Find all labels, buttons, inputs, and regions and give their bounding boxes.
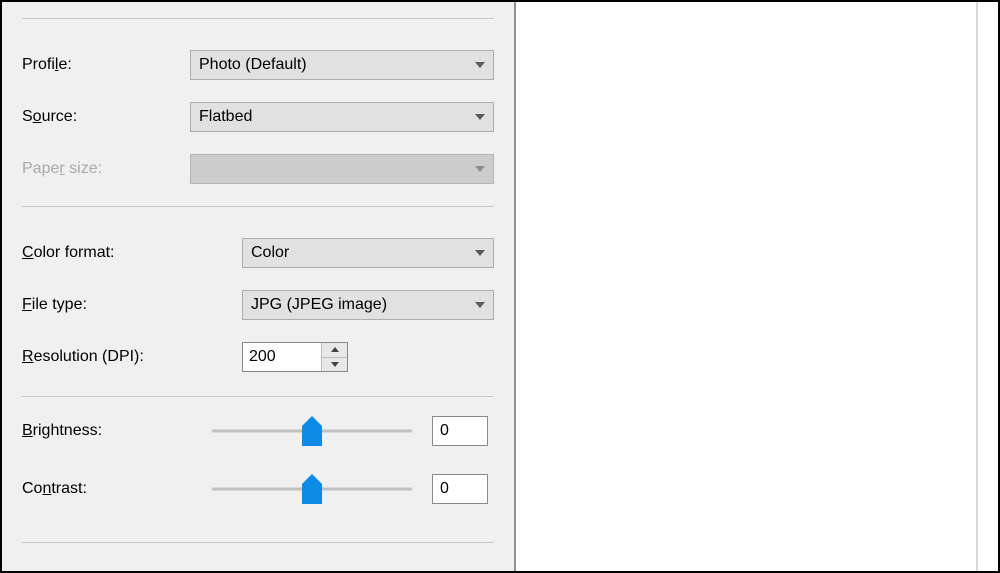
resolution-label: Resolution (DPI): [22, 348, 242, 366]
file-type-value: JPG (JPEG image) [251, 296, 469, 314]
slider-thumb[interactable] [302, 416, 322, 446]
file-type-label: File type: [22, 296, 242, 314]
slider-thumb-icon [302, 416, 322, 446]
spin-buttons [321, 343, 347, 371]
chevron-down-icon [475, 62, 485, 68]
divider [22, 396, 494, 397]
paper-size-combobox [190, 154, 494, 184]
contrast-label: Contrast: [22, 480, 212, 498]
source-combobox[interactable]: Flatbed [190, 102, 494, 132]
preview-area [516, 2, 998, 571]
color-format-label: Color format: [22, 244, 242, 262]
divider [22, 206, 494, 207]
color-format-combobox[interactable]: Color [242, 238, 494, 268]
preview-area-edge [976, 2, 978, 571]
contrast-value: 0 [440, 480, 449, 498]
profile-combobox[interactable]: Photo (Default) [190, 50, 494, 80]
slider-thumb[interactable] [302, 474, 322, 504]
source-value: Flatbed [199, 108, 469, 126]
chevron-up-icon [331, 347, 339, 352]
file-type-combobox[interactable]: JPG (JPEG image) [242, 290, 494, 320]
chevron-down-icon [475, 166, 485, 172]
color-format-value: Color [251, 244, 469, 262]
divider [22, 542, 494, 543]
contrast-slider[interactable] [212, 474, 412, 504]
divider [22, 18, 494, 19]
resolution-input[interactable] [243, 343, 321, 371]
resolution-spinbox[interactable] [242, 342, 348, 372]
brightness-value-box[interactable]: 0 [432, 416, 488, 446]
profile-label: Profile: [22, 56, 190, 74]
chevron-down-icon [331, 362, 339, 367]
brightness-value: 0 [440, 422, 449, 440]
spin-up-button[interactable] [322, 343, 347, 358]
chevron-down-icon [475, 250, 485, 256]
brightness-slider[interactable] [212, 416, 412, 446]
spin-down-button[interactable] [322, 358, 347, 372]
chevron-down-icon [475, 114, 485, 120]
brightness-label: Brightness: [22, 422, 212, 440]
source-label: Source: [22, 108, 190, 126]
profile-value: Photo (Default) [199, 56, 469, 74]
paper-size-label: Paper size: [22, 160, 190, 178]
slider-thumb-icon [302, 474, 322, 504]
contrast-value-box[interactable]: 0 [432, 474, 488, 504]
chevron-down-icon [475, 302, 485, 308]
